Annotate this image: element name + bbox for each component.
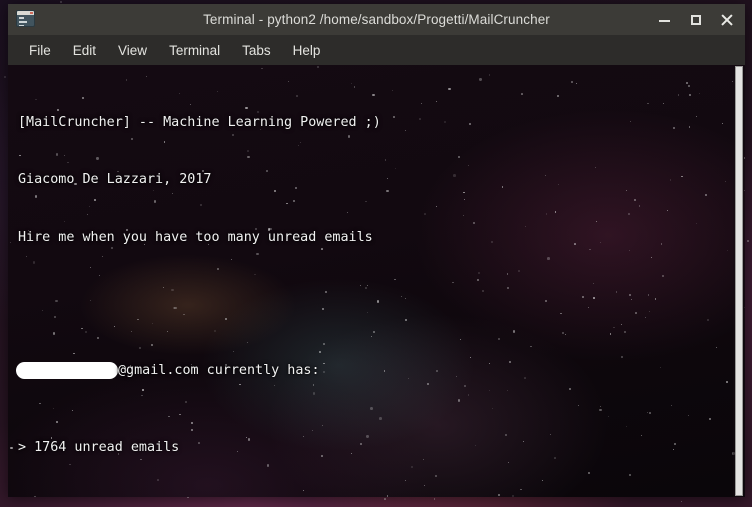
menu-bar: File Edit View Terminal Tabs Help: [8, 35, 745, 65]
menu-item-terminal[interactable]: Terminal: [158, 39, 231, 62]
menu-item-file[interactable]: File: [18, 39, 62, 62]
scrollbar-thumb[interactable]: [735, 66, 743, 496]
window-title: Terminal - python2 /home/sandbox/Progett…: [203, 12, 550, 27]
terminal-window: Terminal - python2 /home/sandbox/Progett…: [8, 4, 745, 497]
close-icon[interactable]: [719, 12, 735, 28]
terminal-output[interactable]: [MailCruncher] -- Machine Learning Power…: [8, 65, 733, 497]
output-line-unread-count: > 1764 unread emails: [18, 439, 180, 455]
minimize-icon[interactable]: [657, 12, 673, 28]
output-line-account: @gmail.com currently has:: [16, 361, 733, 380]
output-line-tagline: Hire me when you have too many unread em…: [18, 229, 373, 245]
menu-item-help[interactable]: Help: [282, 39, 332, 62]
menu-item-view[interactable]: View: [107, 39, 158, 62]
maximize-icon[interactable]: [688, 12, 704, 28]
menu-item-tabs[interactable]: Tabs: [231, 39, 282, 62]
account-domain-text: @gmail.com currently has:: [118, 363, 320, 379]
window-controls: [657, 4, 735, 35]
redaction-box: [16, 362, 118, 380]
window-titlebar[interactable]: Terminal - python2 /home/sandbox/Progett…: [8, 4, 745, 35]
terminal-body[interactable]: [MailCruncher] -- Machine Learning Power…: [8, 65, 745, 497]
output-line-banner: [MailCruncher] -- Machine Learning Power…: [18, 115, 381, 131]
terminal-scrollbar[interactable]: [733, 65, 745, 497]
output-line-blank-1: [18, 285, 733, 304]
output-line-author: Giacomo De Lazzari, 2017: [18, 172, 212, 188]
menu-item-edit[interactable]: Edit: [62, 39, 107, 62]
output-line-blank-2: [18, 495, 733, 497]
terminal-icon: [16, 10, 35, 27]
